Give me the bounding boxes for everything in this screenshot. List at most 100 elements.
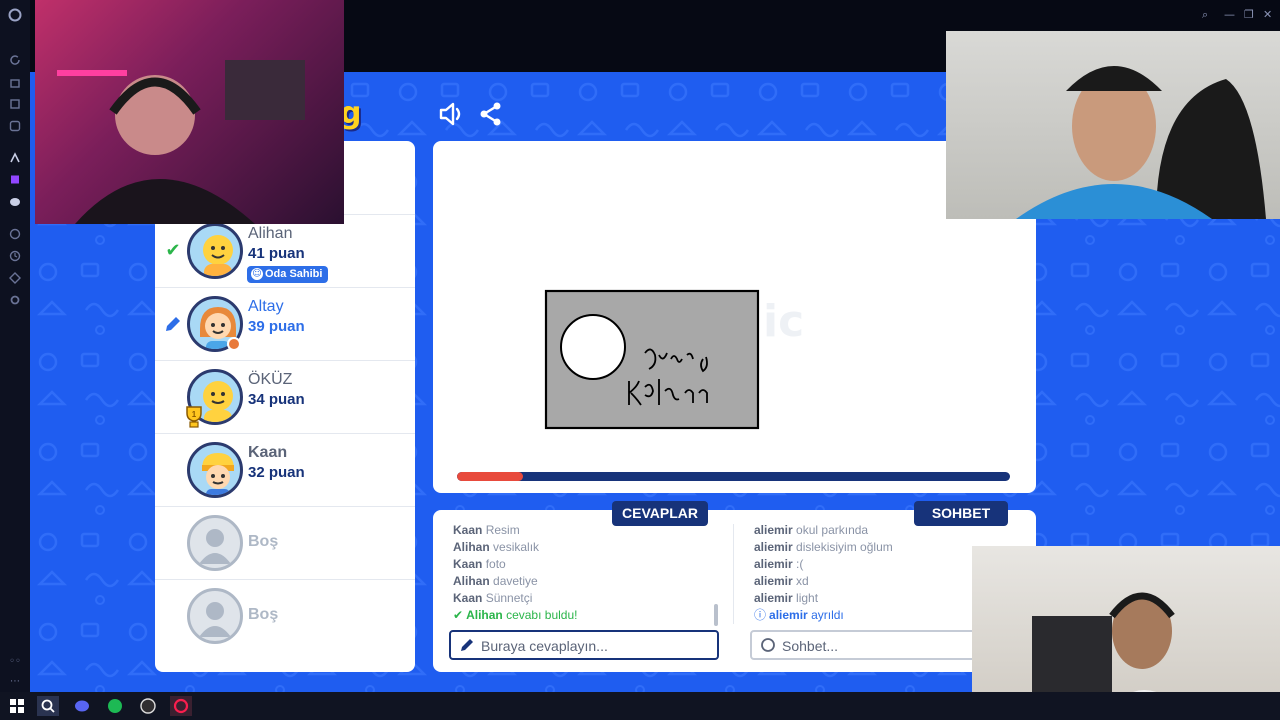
message-user: Kaan — [453, 591, 483, 605]
player-name: Altay — [248, 298, 284, 315]
message-user: Alihan — [453, 540, 490, 554]
message-row: ✔ Alihan cevabı buldu! — [453, 607, 723, 624]
discord-icon[interactable] — [71, 696, 93, 716]
message-row: Alihan davetiye — [453, 573, 723, 590]
message-user: Kaan — [453, 523, 483, 537]
message-text: Sünnetçi — [485, 591, 533, 605]
checkmark-icon: ✔ — [165, 240, 181, 261]
message-text: cevabı buldu! — [506, 608, 578, 622]
refresh-icon[interactable] — [9, 54, 21, 66]
player-name: Kaan — [248, 444, 288, 461]
player-name: Alihan — [248, 225, 293, 242]
webcam-overlay-2 — [946, 31, 1280, 219]
player-score: 34 puan — [248, 391, 305, 408]
answer-field[interactable] — [449, 630, 719, 660]
message-user: aliemir — [754, 523, 793, 537]
player-row-kaan[interactable]: Kaan 32 puan — [155, 433, 415, 506]
message-text: okul parkında — [796, 523, 869, 537]
empty-slot-label: Boş — [248, 533, 279, 550]
round-timer-bar — [457, 472, 1010, 481]
pencil-icon — [166, 317, 180, 331]
tab-chat[interactable]: SOHBET — [914, 501, 1008, 526]
search-icon[interactable] — [37, 696, 59, 716]
smiley-icon: ☺ — [251, 268, 263, 280]
message-text: davetiye — [493, 574, 538, 588]
trophy-icon: 1 — [186, 406, 202, 428]
opera-logo-icon[interactable] — [8, 8, 22, 22]
player-score: 32 puan — [248, 464, 305, 481]
info-icon: ⓘ — [754, 608, 767, 622]
opera-gx-icon[interactable] — [170, 696, 192, 716]
empty-avatar-icon — [187, 515, 243, 571]
player-score: 39 puan — [248, 318, 305, 335]
taskbar — [0, 692, 1280, 720]
extensions-icon[interactable] — [9, 272, 21, 284]
avatar — [187, 223, 243, 279]
message-user: aliemir — [754, 540, 793, 554]
svg-text:ic: ic — [763, 296, 804, 347]
player-row-alihan[interactable]: ✔ Alihan 41 puan ☺ Oda Sahibi — [155, 214, 415, 287]
message-text: Resim — [485, 523, 520, 537]
settings-icon[interactable] — [9, 294, 21, 306]
player-row-empty: Boş — [155, 506, 415, 579]
pencil-icon — [461, 639, 473, 651]
message-text: light — [796, 591, 819, 605]
player-name: ÖKÜZ — [248, 371, 293, 388]
checkmark-icon: ✔ — [453, 608, 464, 622]
message-user: aliemir — [769, 608, 808, 622]
spotify-icon[interactable] — [104, 696, 126, 716]
player-row-empty: Boş — [155, 579, 415, 652]
avatar — [187, 442, 243, 498]
round-timer-fill — [457, 472, 524, 481]
speaker-icon[interactable] — [437, 100, 465, 128]
message-user: Kaan — [453, 557, 483, 571]
message-text: ayrıldı — [811, 608, 844, 622]
message-user: Alihan — [453, 574, 490, 588]
answer-input[interactable] — [481, 636, 711, 655]
share-icon[interactable] — [477, 100, 505, 128]
discord-icon[interactable] — [9, 196, 21, 208]
message-row: Kaan Sünnetçi — [453, 590, 723, 607]
answers-chat-panel: Kaan Resim Alihan vesikalık Kaan foto Aliha… — [433, 510, 1036, 672]
minimize-icon[interactable]: — — [1224, 8, 1235, 21]
arrow-up-icon[interactable] — [9, 152, 21, 164]
search-icon[interactable]: ⌕ — [1202, 8, 1208, 22]
player-score: 41 puan — [248, 245, 305, 262]
webcam-overlay-1 — [35, 0, 344, 224]
bag-icon[interactable] — [9, 76, 21, 88]
browser-sidebar: ◦◦ ⋯ — [0, 0, 30, 692]
twitch-icon[interactable] — [9, 174, 21, 186]
chat-bubble-icon — [761, 638, 775, 652]
message-user: aliemir — [754, 557, 793, 571]
message-text: foto — [485, 557, 506, 571]
answers-list: Kaan Resim Alihan vesikalık Kaan foto Aliha… — [453, 522, 723, 624]
svg-text:1: 1 — [192, 410, 197, 419]
tab-answers[interactable]: CEVAPLAR — [612, 501, 708, 526]
owner-badge: ☺ Oda Sahibi — [247, 266, 329, 283]
message-user: aliemir — [754, 574, 793, 588]
gx-icon[interactable]: ◦◦ — [8, 656, 22, 668]
message-row: Alihan vesikalık — [453, 539, 723, 556]
divider — [733, 524, 734, 624]
empty-avatar-icon — [187, 588, 243, 644]
screen: ◦◦ ⋯ ⌕ — ❐ ✕ g ✔ Alihan 41 puan ☺ Oda Sa… — [0, 0, 1280, 720]
status-dot — [227, 337, 241, 351]
empty-slot-label: Boş — [248, 606, 279, 623]
obs-icon[interactable] — [137, 696, 159, 716]
history-icon[interactable] — [9, 250, 21, 262]
answers-scrollbar[interactable] — [714, 604, 718, 626]
close-icon[interactable]: ✕ — [1263, 8, 1272, 21]
messenger-icon[interactable] — [9, 120, 21, 132]
message-text: xd — [796, 574, 809, 588]
player-row-okuz[interactable]: 1 ÖKÜZ 34 puan — [155, 360, 415, 433]
message-text: dislekisiyim oğlum — [796, 540, 893, 554]
box-icon[interactable] — [9, 98, 21, 110]
message-row: Kaan foto — [453, 556, 723, 573]
restore-icon[interactable]: ❐ — [1244, 8, 1254, 21]
message-user: Alihan — [466, 608, 503, 622]
windows-start-icon[interactable] — [6, 696, 28, 716]
more-icon[interactable]: ⋯ — [9, 676, 21, 688]
message-text: vesikalık — [493, 540, 540, 554]
player-row-altay[interactable]: Altay 39 puan — [155, 287, 415, 360]
play-icon[interactable] — [9, 228, 21, 240]
